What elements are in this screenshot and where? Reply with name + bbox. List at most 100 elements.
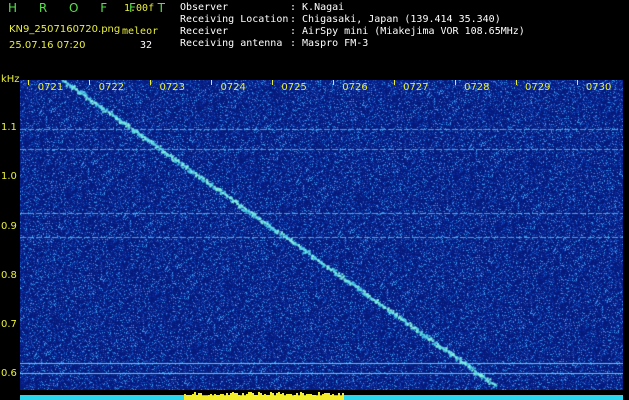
noise-burst-bar	[290, 394, 292, 400]
noise-burst-bar	[286, 394, 288, 400]
noise-burst-bar	[306, 394, 308, 400]
noise-burst-bar	[200, 393, 202, 400]
station-info: Observer : K.Nagai Receiving Location : …	[180, 2, 525, 50]
noise-burst-bar	[296, 393, 298, 400]
noise-burst-bar	[270, 392, 272, 400]
x-tick-mark	[89, 80, 91, 85]
info-row-receiver: Receiver : AirSpy mini (Miakejima VOR 10…	[180, 26, 525, 38]
x-tick-mark	[28, 80, 30, 85]
info-key: Observer	[180, 2, 229, 13]
info-key: Receiver	[180, 26, 229, 37]
info-row-antenna: Receiving antenna : Maspro FM-3	[180, 38, 525, 50]
noise-burst-bar	[276, 393, 278, 400]
x-tick-label: 0721	[37, 82, 64, 93]
noise-burst-bar	[328, 393, 330, 400]
x-tick-label: 0725	[281, 82, 307, 93]
noise-burst-bar	[310, 394, 312, 400]
noise-burst-bar	[206, 396, 208, 400]
x-tick-mark	[454, 80, 456, 85]
noise-burst-bar	[262, 395, 264, 400]
noise-burst-bar	[202, 396, 204, 400]
noise-burst-bar	[210, 394, 212, 400]
noise-burst-bar	[242, 393, 244, 400]
y-tick-label: 0.6	[1, 368, 17, 380]
x-tick-mark	[272, 80, 274, 85]
noise-burst-bar	[320, 396, 322, 400]
noise-burst-bar	[208, 395, 210, 400]
noise-burst-bar	[340, 396, 342, 400]
spectrogram-plot	[20, 80, 623, 390]
noise-burst-bar	[192, 394, 194, 400]
noise-burst-bar	[214, 394, 216, 400]
x-tick-mark	[333, 80, 334, 85]
noise-burst-bar	[226, 393, 228, 400]
noise-burst-bar	[302, 393, 304, 400]
x-tick-mark	[211, 80, 213, 85]
noise-burst-bar	[204, 396, 206, 400]
info-value: : K.Nagai	[290, 2, 345, 13]
noise-burst-bar	[268, 395, 270, 400]
x-tick-label: 0730	[585, 82, 612, 93]
noise-burst-bar	[316, 396, 318, 400]
noise-burst-bar	[304, 396, 306, 400]
noise-burst-bar	[220, 394, 222, 400]
info-row-observer: Observer : K.Nagai	[180, 2, 525, 14]
noise-burst-bar	[332, 394, 334, 400]
noise-burst-bar	[228, 395, 230, 400]
noise-burst-bar	[336, 396, 338, 400]
x-tick-mark	[150, 80, 152, 85]
noise-burst-bar	[240, 396, 242, 400]
x-tick-label: 0729	[524, 82, 551, 93]
noise-burst-bar	[292, 396, 294, 400]
noise-burst-bar	[194, 392, 196, 400]
y-tick-label: 0.8	[1, 269, 17, 281]
y-tick-label: 0.9	[1, 220, 17, 232]
noise-burst-bar	[312, 395, 314, 400]
noise-burst-bar	[300, 392, 302, 400]
noise-burst-bar	[322, 394, 324, 400]
noise-burst-bar	[196, 395, 198, 400]
x-tick-label: 0724	[220, 82, 246, 93]
y-tick-label: 0.7	[1, 319, 17, 331]
noise-burst-bar	[188, 395, 190, 400]
noise-burst-bar	[284, 396, 286, 400]
y-tick-label: 1.1	[1, 122, 17, 134]
noise-burst-bar	[216, 395, 218, 400]
noise-burst-bar	[324, 393, 326, 400]
noise-burst-bar	[184, 394, 186, 400]
noise-burst-bar	[236, 393, 238, 400]
noise-burst-bar	[250, 392, 252, 400]
noise-burst-bar	[264, 394, 266, 400]
info-value: : AirSpy mini (Miakejima VOR 108.65MHz)	[290, 26, 525, 37]
x-tick-mark	[515, 80, 517, 85]
noise-burst-bar	[294, 395, 296, 400]
noise-burst-bar	[198, 393, 200, 400]
noise-burst-bar	[248, 392, 250, 400]
hrofft-display: H R O F F T 1.00f KN9_2507160720.png mel…	[0, 0, 629, 400]
info-key: Receiving antenna	[180, 38, 283, 49]
noise-burst-bar	[278, 392, 280, 400]
file-name: KN9_2507160720.png	[9, 24, 121, 35]
noise-burst-bar	[288, 394, 290, 400]
noise-burst-bar	[186, 395, 188, 400]
noise-burst-bar	[224, 396, 226, 400]
noise-burst-bar	[230, 393, 232, 400]
noise-burst-bar	[318, 392, 320, 400]
noise-burst-bar	[334, 396, 336, 400]
noise-burst-bar	[238, 395, 240, 400]
noise-burst-bar	[234, 393, 236, 400]
noise-burst-bar	[252, 393, 254, 400]
info-value: : Chigasaki, Japan (139.414 35.340)	[290, 14, 501, 25]
noise-burst-bar	[244, 396, 246, 400]
capture-datetime: 25.07.16 07:20	[9, 40, 86, 51]
x-tick-label: 0728	[464, 82, 490, 93]
app-version: 1.00f	[124, 3, 155, 14]
x-tick-label: 0722	[98, 82, 125, 93]
noise-burst-bar	[190, 395, 192, 400]
noise-burst-bar	[282, 393, 284, 400]
noise-burst-bar	[342, 393, 344, 400]
info-value: : Maspro FM-3	[290, 38, 369, 49]
noise-burst-bar	[274, 396, 276, 400]
noise-burst-bar	[338, 393, 340, 400]
x-tick-label: 0726	[342, 82, 368, 93]
